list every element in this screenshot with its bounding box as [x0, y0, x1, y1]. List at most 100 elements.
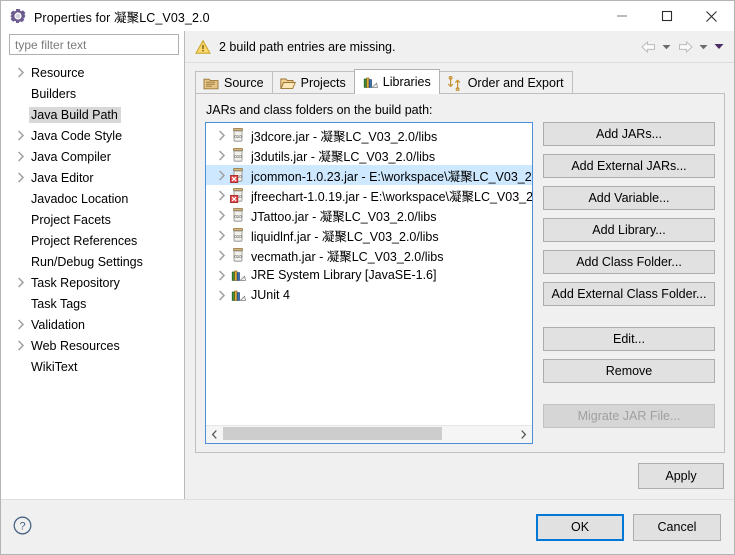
sidebar-item-label: Javadoc Location [31, 191, 129, 206]
tab-order-and-export[interactable]: Order and Export [438, 71, 573, 94]
scroll-left-icon[interactable] [206, 426, 223, 443]
dialog-footer: ? OK Cancel [1, 499, 734, 554]
jar-list-item-label: JRE System Library [JavaSE-1.6] [251, 268, 437, 282]
sidebar-item-run-debug-settings[interactable]: Run/Debug Settings [1, 251, 184, 272]
sidebar-item-project-facets[interactable]: Project Facets [1, 209, 184, 230]
sidebar-item-builders[interactable]: Builders [1, 83, 184, 104]
sidebar-item-label: Project Facets [31, 212, 111, 227]
tree-expand-chevron-right-icon[interactable] [13, 151, 29, 162]
settings-tree[interactable]: Resource Builders Java Build Path Java Code… [1, 59, 184, 499]
remove-button[interactable]: Remove [543, 359, 715, 383]
sidebar-item-task-tags[interactable]: Task Tags [1, 293, 184, 314]
expand-chevron-right-icon[interactable] [214, 229, 230, 241]
settings-content-pane: 2 build path entries are missing. Source… [185, 31, 734, 499]
jar-list-item[interactable]: 010 j3dcore.jar - 凝聚LC_V03_2.0/libs [206, 125, 532, 145]
sidebar-item-java-compiler[interactable]: Java Compiler [1, 146, 184, 167]
help-question-icon[interactable]: ? [13, 516, 32, 538]
jar-list-item[interactable]: 010 jcommon-1.0.23.jar - E:\workspace\凝聚L… [206, 165, 532, 185]
tab-libraries[interactable]: Libraries [353, 69, 440, 94]
filter-wrapper [1, 31, 184, 59]
jar-list-item[interactable]: JUnit 4 [206, 285, 532, 305]
sidebar-item-javadoc-location[interactable]: Javadoc Location [1, 188, 184, 209]
add-library-button[interactable]: Add Library... [543, 218, 715, 242]
settings-tree-pane: Resource Builders Java Build Path Java Code… [1, 31, 185, 499]
jar-list[interactable]: 010 j3dcore.jar - 凝聚LC_V03_2.0/libs 010 j3d… [205, 122, 533, 444]
jar-list-item[interactable]: 010 JTattoo.jar - 凝聚LC_V03_2.0/libs [206, 205, 532, 225]
cancel-button[interactable]: Cancel [633, 513, 721, 541]
svg-text:010: 010 [234, 134, 242, 139]
expand-chevron-right-icon[interactable] [214, 249, 230, 261]
add-external-class-folder-button[interactable]: Add External Class Folder... [543, 282, 715, 306]
sidebar-item-validation[interactable]: Validation [1, 314, 184, 335]
library-books-icon [230, 287, 246, 303]
sidebar-item-wikitext[interactable]: WikiText [1, 356, 184, 377]
tree-expand-chevron-right-icon[interactable] [13, 67, 29, 78]
sidebar-item-web-resources[interactable]: Web Resources [1, 335, 184, 356]
jar-list-item[interactable]: 010 vecmath.jar - 凝聚LC_V03_2.0/libs [206, 245, 532, 265]
tree-expand-chevron-right-icon[interactable] [13, 130, 29, 141]
title-bar: Properties for 凝聚LC_V03_2.0 [1, 1, 734, 31]
tree-expand-chevron-right-icon[interactable] [13, 172, 29, 183]
scrollbar-thumb[interactable] [223, 427, 442, 440]
expand-chevron-right-icon[interactable] [214, 209, 230, 221]
jar-list-item-label: j3dcore.jar - 凝聚LC_V03_2.0/libs [251, 129, 438, 144]
jar-list-item[interactable]: 010 j3dutils.jar - 凝聚LC_V03_2.0/libs [206, 145, 532, 165]
add-jars-button[interactable]: Add JARs... [543, 122, 715, 146]
forward-icon[interactable] [674, 36, 696, 58]
expand-chevron-right-icon[interactable] [214, 129, 230, 141]
expand-chevron-right-icon[interactable] [214, 269, 230, 281]
jar-list-item-label: jfreechart-1.0.19.jar - E:\workspace\凝聚L… [251, 189, 532, 204]
sidebar-item-label: Java Editor [31, 170, 94, 185]
sidebar-item-label: Java Compiler [31, 149, 111, 164]
window-title: Properties for 凝聚LC_V03_2.0 [34, 10, 210, 25]
tab-projects[interactable]: Projects [271, 71, 355, 94]
expand-chevron-right-icon[interactable] [214, 169, 230, 181]
sidebar-item-label: WikiText [31, 359, 78, 374]
sidebar-item-project-references[interactable]: Project References [1, 230, 184, 251]
sidebar-item-task-repository[interactable]: Task Repository [1, 272, 184, 293]
jar-list-rows: 010 j3dcore.jar - 凝聚LC_V03_2.0/libs 010 j3d… [206, 123, 532, 425]
sidebar-item-java-code-style[interactable]: Java Code Style [1, 125, 184, 146]
jar-list-item[interactable]: 010 liquidlnf.jar - 凝聚LC_V03_2.0/libs [206, 225, 532, 245]
apply-button[interactable]: Apply [638, 463, 724, 489]
dialog-body: Resource Builders Java Build Path Java Code… [1, 31, 734, 554]
tree-expand-chevron-right-icon[interactable] [13, 277, 29, 288]
apply-row: Apply [185, 453, 734, 499]
expand-chevron-right-icon[interactable] [214, 289, 230, 301]
add-class-folder-button[interactable]: Add Class Folder... [543, 250, 715, 274]
scrollbar-track[interactable] [223, 426, 515, 443]
back-icon[interactable] [637, 36, 659, 58]
scroll-right-icon[interactable] [515, 426, 532, 443]
add-variable-button[interactable]: Add Variable... [543, 186, 715, 210]
ok-button[interactable]: OK [536, 513, 624, 541]
jar-list-item[interactable]: JRE System Library [JavaSE-1.6] [206, 265, 532, 285]
jar-icon: 010 [230, 207, 246, 223]
tab-source[interactable]: Source [195, 71, 273, 94]
close-button[interactable] [689, 1, 734, 31]
svg-text:010: 010 [234, 214, 242, 219]
tree-expand-chevron-right-icon[interactable] [13, 340, 29, 351]
maximize-button[interactable] [644, 1, 689, 31]
jar-list-item[interactable]: 010 jfreechart-1.0.19.jar - E:\workspace\… [206, 185, 532, 205]
back-dropdown-chevron-down-icon[interactable] [659, 36, 674, 58]
forward-dropdown-chevron-down-icon[interactable] [696, 36, 711, 58]
minimize-button[interactable] [599, 1, 644, 31]
expand-chevron-right-icon[interactable] [214, 189, 230, 201]
add-external-jars-button[interactable]: Add External JARs... [543, 154, 715, 178]
expand-chevron-right-icon[interactable] [214, 149, 230, 161]
jar-list-item-label: liquidlnf.jar - 凝聚LC_V03_2.0/libs [251, 229, 439, 244]
jar-list-item-label: jcommon-1.0.23.jar - E:\workspace\凝聚LC_V… [251, 169, 532, 184]
filter-input[interactable] [9, 34, 179, 55]
library-action-buttons: Add JARs... Add External JARs... Add Varia… [543, 122, 715, 444]
tree-expand-chevron-right-icon[interactable] [13, 319, 29, 330]
sidebar-item-resource[interactable]: Resource [1, 62, 184, 83]
sidebar-item-label: Resource [31, 65, 85, 80]
tab-label: Libraries [382, 75, 431, 89]
menu-chevron-down-icon[interactable] [711, 36, 726, 58]
sidebar-item-java-editor[interactable]: Java Editor [1, 167, 184, 188]
sidebar-item-java-build-path[interactable]: Java Build Path [1, 104, 184, 125]
edit-button[interactable]: Edit... [543, 327, 715, 351]
sidebar-item-label: Task Tags [31, 296, 87, 311]
source-package-icon [203, 76, 219, 91]
horizontal-scrollbar[interactable] [206, 425, 532, 443]
